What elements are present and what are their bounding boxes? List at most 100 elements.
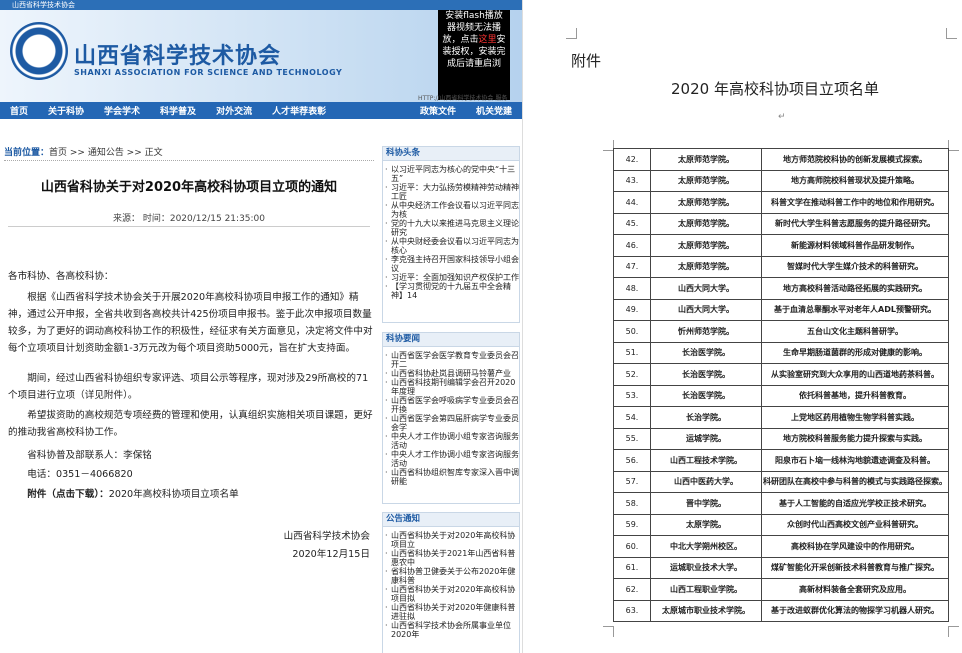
row-unit: 山西工程技术学院。 xyxy=(650,449,762,472)
site-subtitle: SHANXI ASSOCIATION FOR SCIENCE AND TECHN… xyxy=(74,68,343,77)
row-number: 56. xyxy=(613,449,651,472)
table-row: 63. 太原城市职业技术学院。 基于改进蚁群优化算法的物探学习机器人研究。 xyxy=(613,599,949,622)
nav-policy[interactable]: 政策文件 xyxy=(420,104,456,117)
row-unit: 忻州师范学院。 xyxy=(650,320,762,343)
list-item[interactable]: 山西省医学会医学教育专业委员会召开二 xyxy=(383,351,519,369)
row-unit: 太原师范学院。 xyxy=(650,234,762,257)
row-project: 依托科普基地，提升科普教育。 xyxy=(761,384,949,407)
row-number: 42. xyxy=(613,148,651,171)
breadcrumb-label: 当前位置： xyxy=(4,148,50,158)
table-row: 61. 运城职业技术大学。 煤矿智能化开采创新技术科普教育与推广探究。 xyxy=(613,556,949,579)
attachment-link[interactable]: 2020年高校科协项目立项名单 xyxy=(109,489,239,500)
row-project: 科普文学在推动科普工作中的地位和作用研究。 xyxy=(761,191,949,214)
row-number: 51. xyxy=(613,341,651,364)
row-number: 46. xyxy=(613,234,651,257)
attachment-label: 附件（点击下载）： xyxy=(27,489,109,500)
list-item[interactable]: 省科协普卫健委关于公布2020年健康科普 xyxy=(383,567,519,585)
list-item[interactable]: 山西省科协关于对2020年高校科协项目立 xyxy=(383,531,519,549)
sign-date: 2020年12月15日 xyxy=(292,549,370,560)
row-project: 众创时代山西高校文创产业科普研究。 xyxy=(761,513,949,536)
row-unit: 山西大同大学。 xyxy=(650,277,762,300)
row-number: 54. xyxy=(613,406,651,429)
list-item[interactable]: 中央人才工作协调小组专家咨询服务活动 xyxy=(383,450,519,468)
table-row: 59. 太原学院。 众创时代山西高校文创产业科普研究。 xyxy=(613,513,949,536)
row-unit: 长治学院。 xyxy=(650,406,762,429)
crop-mark xyxy=(566,28,577,39)
list-item[interactable]: 以习近平同志为核心的党中央“十三五” xyxy=(383,165,519,183)
list-item[interactable]: 党的十九大以来推进马克思主义理论研究 xyxy=(383,219,519,237)
row-number: 48. xyxy=(613,277,651,300)
flash-install-link[interactable]: 这里 xyxy=(478,35,496,45)
notices-title: 公告通知 xyxy=(383,513,519,527)
row-project: 新时代大学生科普志愿服务的提升路径研究。 xyxy=(761,212,949,235)
row-unit: 长治医学院。 xyxy=(650,363,762,386)
table-row: 49. 山西大同大学。 基于血清总睾酮水平对老年人ADL预警研究。 xyxy=(613,298,949,321)
nav-talent[interactable]: 人才举荐表彰 xyxy=(272,104,326,117)
nav-home[interactable]: 首页 xyxy=(10,104,28,117)
article-attachment: 附件（点击下载）：2020年高校科协项目立项名单 xyxy=(8,486,374,503)
list-item[interactable]: 山西省医学会第四届肝病学专业委员会学 xyxy=(383,414,519,432)
row-project: 基于血清总睾酮水平对老年人ADL预警研究。 xyxy=(761,298,949,321)
row-unit: 太原师范学院。 xyxy=(650,212,762,235)
list-item[interactable]: 中央人才工作协调小组专家咨询服务活动 xyxy=(383,432,519,450)
row-number: 43. xyxy=(613,169,651,192)
site-title[interactable]: 山西省科学技术协会 xyxy=(74,38,281,70)
signature: 山西省科学技术协会 2020年12月15日 xyxy=(230,528,370,564)
row-unit: 晋中学院。 xyxy=(650,492,762,515)
crop-mark xyxy=(948,140,959,151)
list-item[interactable]: 山西省科技期刊编辑学会召开2020年度理 xyxy=(383,378,519,396)
row-unit: 山西工程职业学院。 xyxy=(650,578,762,601)
article-paragraph-1: 根据《山西省科学技术协会关于开展2020年高校科协项目申报工作的通知》精神，通过… xyxy=(8,292,373,354)
table-row: 60. 中北大学朔州校区。 高校科协在学风建设中的作用研究。 xyxy=(613,535,949,558)
table-row: 45. 太原师范学院。 新时代大学生科普志愿服务的提升路径研究。 xyxy=(613,212,949,235)
row-number: 53. xyxy=(613,384,651,407)
list-item[interactable]: 山西省科协关于2021年山西省科普惠农中 xyxy=(383,549,519,567)
cast-logo-icon[interactable] xyxy=(10,22,68,80)
website-panel: 山西省科学技术协会 山西省科学技术协会 SHANXI ASSOCIATION F… xyxy=(0,0,523,653)
doc-title: 2020 年高校科协项目立项名单 xyxy=(671,80,879,98)
row-number: 52. xyxy=(613,363,651,386)
list-item[interactable]: 山西省科协关于对2020年健康科普进驻拟 xyxy=(383,603,519,621)
list-item[interactable]: 山西省科协关于对2020年高校科协项目拟 xyxy=(383,585,519,603)
list-item[interactable]: 山西省科学技术协会所属事业单位2020年 xyxy=(383,621,519,639)
nav-popular-science[interactable]: 科学普及 xyxy=(160,104,196,117)
nav-about[interactable]: 关于科协 xyxy=(48,104,84,117)
row-project: 高校科协在学风建设中的作用研究。 xyxy=(761,535,949,558)
row-project: 从实验室研究到大众享用的山西道地药茶科普。 xyxy=(761,363,949,386)
paragraph-mark-icon: ↵ xyxy=(778,112,786,122)
row-unit: 长治医学院。 xyxy=(650,341,762,364)
list-item[interactable]: 山西省科协赴岚县调研马铃薯产业 xyxy=(383,369,519,378)
nav-academic[interactable]: 学会学术 xyxy=(104,104,140,117)
article-meta: 来源： 时间：2020/12/15 21:35:00 xyxy=(112,214,266,224)
article-contact: 省科协普及部联系人：李保铭 xyxy=(27,450,152,461)
list-item[interactable]: 山西省医学会呼吸病学专业委员会召开換 xyxy=(383,396,519,414)
list-item[interactable]: 【学习贯彻党的十九届五中全会精神】14 xyxy=(383,282,519,300)
row-number: 62. xyxy=(613,578,651,601)
list-item[interactable]: 习近平：全面加强知识产权保护工作 xyxy=(383,273,519,282)
row-number: 47. xyxy=(613,255,651,278)
crop-mark xyxy=(948,626,959,637)
table-row: 53. 长治医学院。 依托科普基地，提升科普教育。 xyxy=(613,384,949,407)
row-number: 45. xyxy=(613,212,651,235)
row-project: 高新材料装备全套研究及应用。 xyxy=(761,578,949,601)
row-unit: 太原师范学院。 xyxy=(650,148,762,171)
list-item[interactable]: 李克强主持召开国家科技领导小组会议 xyxy=(383,255,519,273)
list-item[interactable]: 山西省科协组织智库专家深入晋中调研能 xyxy=(383,468,519,486)
table-row: 47. 太原师范学院。 智媒时代大学生媒介技术的科普研究。 xyxy=(613,255,949,278)
table-row: 42. 太原师范学院。 地方师范院校科协的创新发展模式探索。 xyxy=(613,148,949,171)
table-row: 43. 太原师范学院。 地方高师院校科普现状及提升策略。 xyxy=(613,169,949,192)
divider xyxy=(8,226,370,227)
row-unit: 长治医学院。 xyxy=(650,384,762,407)
row-project: 地方院校科普服务能力提升探索与实践。 xyxy=(761,427,949,450)
row-unit: 运城学院。 xyxy=(650,427,762,450)
table-row: 50. 忻州师范学院。 五台山文化主题科普研学。 xyxy=(613,320,949,343)
table-row: 57. 山西中医药大学。 科研团队在高校中参与科普的模式与实践路径探索。 xyxy=(613,470,949,493)
breadcrumb-path[interactable]: 首页 >> 通知公告 >> 正文 xyxy=(49,148,163,158)
nav-strip xyxy=(0,119,522,141)
nav-party[interactable]: 机关党建 xyxy=(476,104,512,117)
nav-exchange[interactable]: 对外交流 xyxy=(216,104,252,117)
list-item[interactable]: 习近平：大力弘扬劳模精神劳动精神工匠 xyxy=(383,183,519,201)
list-item[interactable]: 从中央财经委会议看以习近平同志为核心 xyxy=(383,237,519,255)
table-row: 55. 运城学院。 地方院校科普服务能力提升探索与实践。 xyxy=(613,427,949,450)
list-item[interactable]: 从中央经济工作会议看以习近平同志为核 xyxy=(383,201,519,219)
